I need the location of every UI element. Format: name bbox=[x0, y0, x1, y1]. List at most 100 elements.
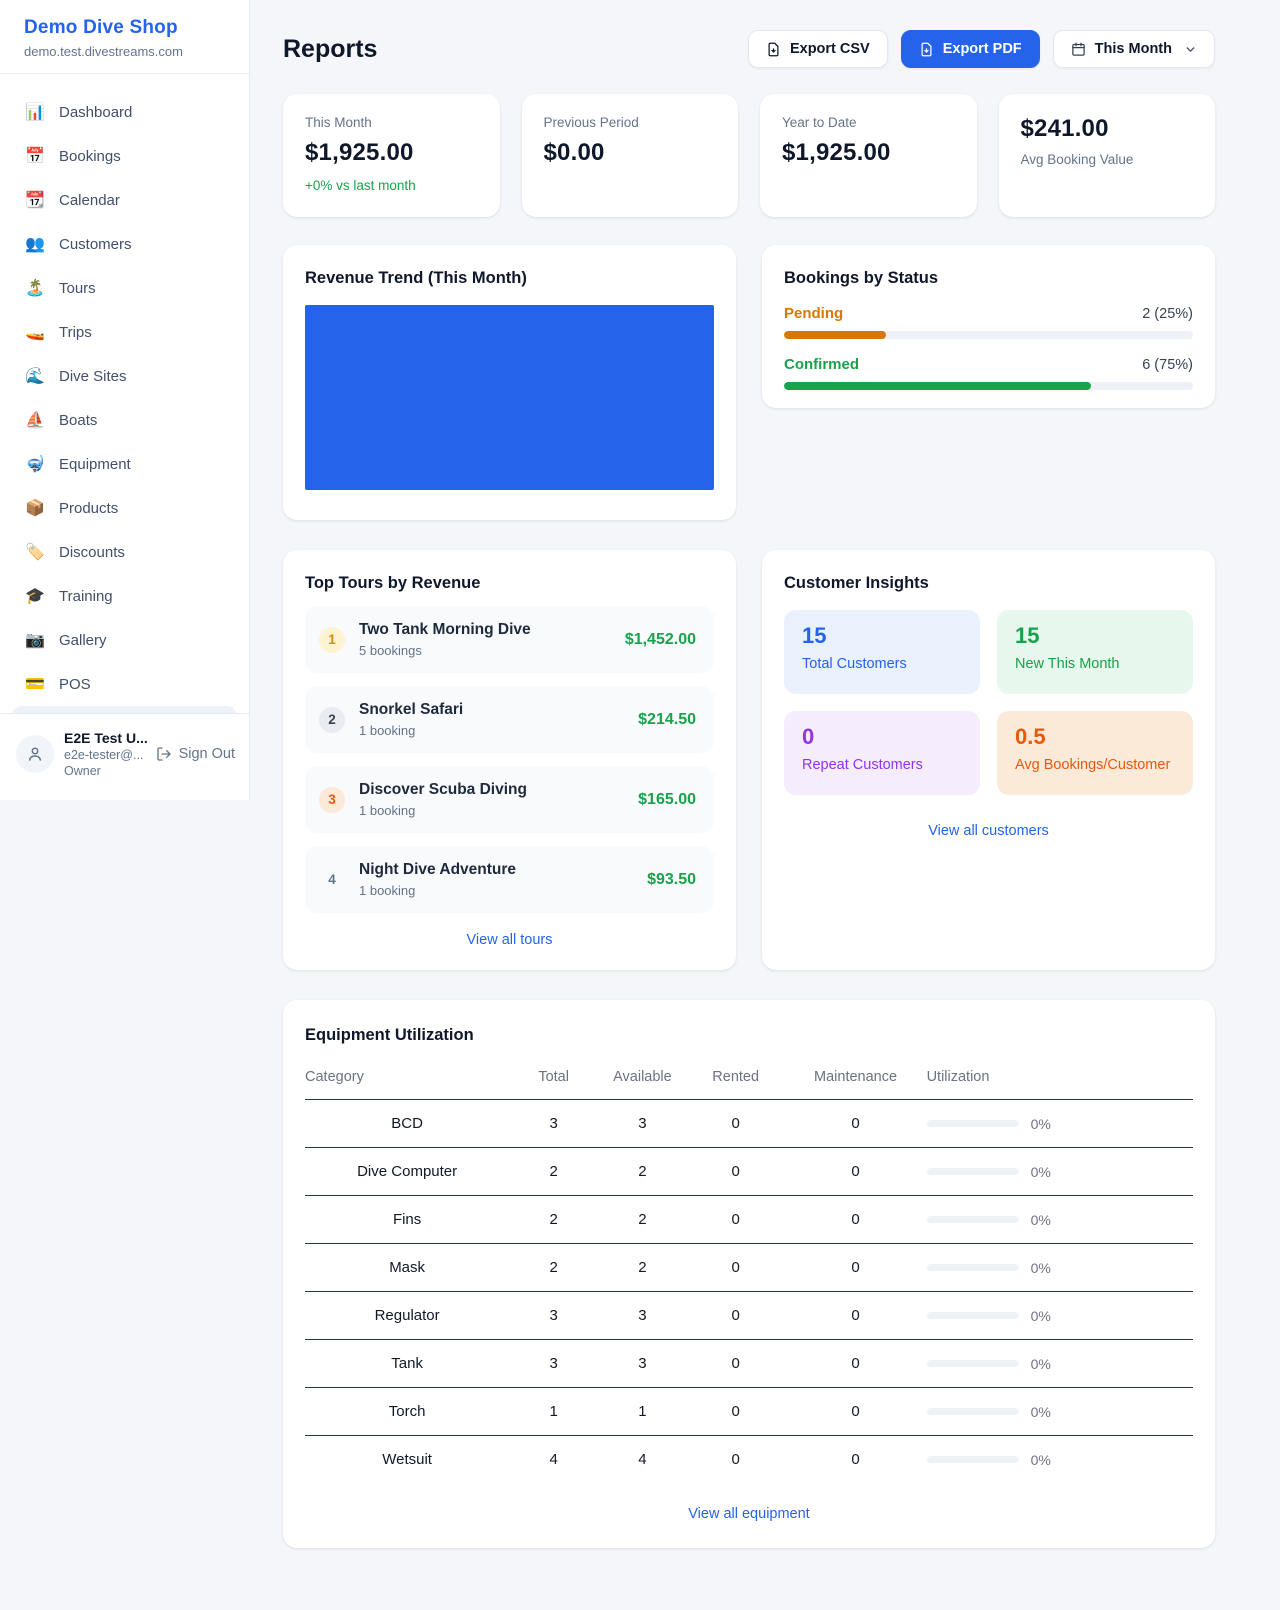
tile-avg-bookings: 0.5 Avg Bookings/Customer bbox=[997, 711, 1193, 795]
user-icon bbox=[26, 745, 44, 763]
bookings-by-status-title: Bookings by Status bbox=[784, 269, 1193, 288]
status-row-confirmed: Confirmed 6 (75%) bbox=[784, 356, 1193, 390]
page-header: Reports Export CSV Export PDF This Month bbox=[283, 30, 1215, 68]
rank-badge: 4 bbox=[319, 867, 345, 893]
status-row-pending: Pending 2 (25%) bbox=[784, 305, 1193, 339]
products-icon: 📦 bbox=[25, 498, 45, 518]
customers-icon: 👥 bbox=[25, 234, 45, 254]
rank-badge: 3 bbox=[319, 787, 345, 813]
customer-insights-title: Customer Insights bbox=[784, 574, 1193, 593]
tile-new-this-month: 15 New This Month bbox=[997, 610, 1193, 694]
sidebar-item-calendar[interactable]: 📆 Calendar bbox=[0, 178, 249, 222]
tours-icon: 🏝️ bbox=[25, 278, 45, 298]
sidebar-item-pos[interactable]: 💳 POS bbox=[0, 662, 249, 706]
shop-domain: demo.test.divestreams.com bbox=[24, 44, 225, 59]
table-row: Tank 3 3 0 0 0% bbox=[305, 1340, 1193, 1388]
view-all-equipment-link[interactable]: View all equipment bbox=[305, 1506, 1193, 1522]
sidebar-item-customers[interactable]: 👥 Customers bbox=[0, 222, 249, 266]
sidebar-item-trips[interactable]: 🚤 Trips bbox=[0, 310, 249, 354]
stat-card-year-to-date: Year to Date $1,925.00 bbox=[760, 94, 977, 217]
user-role: Owner bbox=[64, 764, 146, 778]
sidebar-item-equipment[interactable]: 🤿 Equipment bbox=[0, 442, 249, 486]
sign-out-button[interactable]: Sign Out bbox=[156, 746, 235, 762]
pending-label: Pending bbox=[784, 305, 843, 322]
equipment-utilization-card: Equipment Utilization Category Total Ava… bbox=[283, 1000, 1215, 1548]
tour-row[interactable]: 3 Discover Scuba Diving 1 booking $165.0… bbox=[305, 766, 714, 833]
confirmed-count: 6 (75%) bbox=[1142, 357, 1193, 373]
rank-badge: 1 bbox=[319, 627, 345, 653]
brand: Demo Dive Shop demo.test.divestreams.com bbox=[0, 0, 249, 74]
confirmed-bar-track bbox=[784, 382, 1193, 390]
charts-row: Revenue Trend (This Month) Bookings by S… bbox=[283, 245, 1215, 520]
bookings-icon: 📅 bbox=[25, 146, 45, 166]
calendar-icon: 📆 bbox=[25, 190, 45, 210]
equipment-utilization-title: Equipment Utilization bbox=[305, 1026, 1193, 1045]
this-month-value: $1,925.00 bbox=[305, 139, 478, 167]
utilization-bar bbox=[927, 1216, 1019, 1223]
tour-revenue: $214.50 bbox=[638, 711, 696, 729]
tour-row[interactable]: 2 Snorkel Safari 1 booking $214.50 bbox=[305, 686, 714, 753]
rank-badge: 2 bbox=[319, 707, 345, 733]
dive-sites-icon: 🌊 bbox=[25, 366, 45, 386]
sidebar-item-gallery[interactable]: 📷 Gallery bbox=[0, 618, 249, 662]
user-name: E2E Test U... bbox=[64, 730, 146, 746]
top-tours-card: Top Tours by Revenue 1 Two Tank Morning … bbox=[283, 550, 736, 970]
avg-booking-value: $241.00 bbox=[1021, 115, 1194, 143]
period-dropdown[interactable]: This Month bbox=[1053, 30, 1215, 68]
tile-total-customers: 15 Total Customers bbox=[784, 610, 980, 694]
utilization-bar bbox=[927, 1360, 1019, 1367]
table-row: BCD 3 3 0 0 0% bbox=[305, 1100, 1193, 1148]
export-csv-button[interactable]: Export CSV bbox=[748, 30, 888, 68]
tour-revenue: $1,452.00 bbox=[625, 631, 696, 649]
sidebar-item-dive-sites[interactable]: 🌊 Dive Sites bbox=[0, 354, 249, 398]
previous-period-value: $0.00 bbox=[544, 139, 717, 167]
sidebar-item-training[interactable]: 🎓 Training bbox=[0, 574, 249, 618]
trips-icon: 🚤 bbox=[25, 322, 45, 342]
table-row: Dive Computer 2 2 0 0 0% bbox=[305, 1148, 1193, 1196]
tour-row[interactable]: 4 Night Dive Adventure 1 booking $93.50 bbox=[305, 846, 714, 913]
utilization-bar bbox=[927, 1120, 1019, 1127]
stat-card-previous-period: Previous Period $0.00 bbox=[522, 94, 739, 217]
utilization-bar bbox=[927, 1264, 1019, 1271]
revenue-trend-title: Revenue Trend (This Month) bbox=[305, 269, 714, 288]
pending-count: 2 (25%) bbox=[1142, 306, 1193, 322]
view-all-tours-link[interactable]: View all tours bbox=[305, 932, 714, 948]
pending-bar-track bbox=[784, 331, 1193, 339]
sidebar-user-footer: E2E Test U... e2e-tester@... Owner Sign … bbox=[0, 713, 249, 800]
equipment-header-row: Category Total Available Rented Maintena… bbox=[305, 1061, 1193, 1100]
stats-row: This Month $1,925.00 +0% vs last month P… bbox=[283, 94, 1215, 217]
calendar-icon bbox=[1071, 42, 1086, 57]
sidebar-item-tours[interactable]: 🏝️ Tours bbox=[0, 266, 249, 310]
table-row: Torch 1 1 0 0 0% bbox=[305, 1388, 1193, 1436]
sidebar-item-products[interactable]: 📦 Products bbox=[0, 486, 249, 530]
avatar bbox=[16, 735, 54, 773]
equipment-icon: 🤿 bbox=[25, 454, 45, 474]
table-row: Regulator 3 3 0 0 0% bbox=[305, 1292, 1193, 1340]
sidebar-item-boats[interactable]: ⛵ Boats bbox=[0, 398, 249, 442]
revenue-trend-chart bbox=[305, 305, 714, 490]
confirmed-label: Confirmed bbox=[784, 356, 859, 373]
view-all-customers-link[interactable]: View all customers bbox=[784, 823, 1193, 839]
tour-row[interactable]: 1 Two Tank Morning Dive 5 bookings $1,45… bbox=[305, 606, 714, 673]
stat-card-this-month: This Month $1,925.00 +0% vs last month bbox=[283, 94, 500, 217]
table-row: Fins 2 2 0 0 0% bbox=[305, 1196, 1193, 1244]
tile-repeat-customers: 0 Repeat Customers bbox=[784, 711, 980, 795]
sidebar-item-discounts[interactable]: 🏷️ Discounts bbox=[0, 530, 249, 574]
gallery-icon: 📷 bbox=[25, 630, 45, 650]
utilization-bar bbox=[927, 1408, 1019, 1415]
discounts-icon: 🏷️ bbox=[25, 542, 45, 562]
sign-out-icon bbox=[156, 746, 172, 762]
sidebar-nav: 📊 Dashboard 📅 Bookings 📆 Calendar 👥 Cust… bbox=[0, 74, 249, 719]
table-row: Wetsuit 4 4 0 0 0% bbox=[305, 1436, 1193, 1484]
user-email: e2e-tester@... bbox=[64, 748, 146, 762]
sidebar-item-dashboard[interactable]: 📊 Dashboard bbox=[0, 90, 249, 134]
sidebar-item-bookings[interactable]: 📅 Bookings bbox=[0, 134, 249, 178]
bookings-by-status-card: Bookings by Status Pending 2 (25%) Confi… bbox=[762, 245, 1215, 408]
top-tours-title: Top Tours by Revenue bbox=[305, 574, 714, 593]
export-pdf-button[interactable]: Export PDF bbox=[901, 30, 1040, 68]
file-download-icon bbox=[766, 42, 781, 57]
utilization-bar bbox=[927, 1312, 1019, 1319]
utilization-bar bbox=[927, 1456, 1019, 1463]
insights-row: Top Tours by Revenue 1 Two Tank Morning … bbox=[283, 550, 1215, 970]
training-icon: 🎓 bbox=[25, 586, 45, 606]
